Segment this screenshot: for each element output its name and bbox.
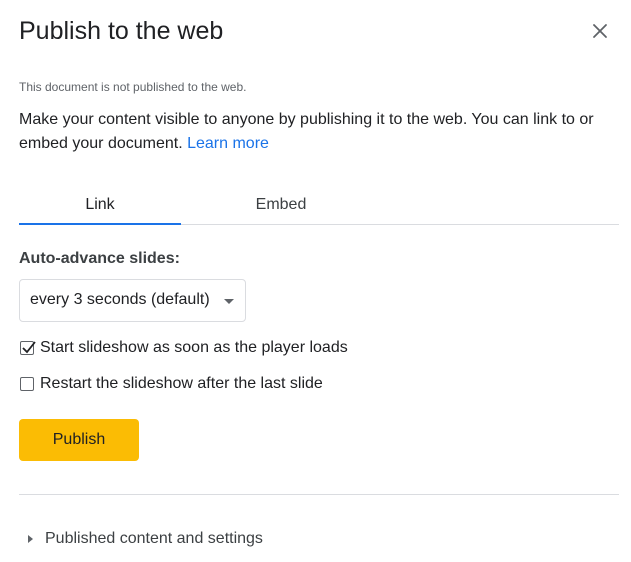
dialog-title: Publish to the web — [19, 17, 224, 45]
restart-slideshow-checkbox[interactable] — [20, 377, 34, 391]
publish-dialog: Publish to the web This document is not … — [0, 0, 631, 562]
tab-link[interactable]: Link — [19, 184, 181, 225]
publish-button[interactable]: Publish — [19, 419, 139, 461]
description-text: Make your content visible to anyone by p… — [19, 111, 594, 152]
close-icon — [593, 24, 607, 38]
auto-advance-value: every 3 seconds (default) — [30, 291, 210, 308]
learn-more-link[interactable]: Learn more — [187, 135, 269, 152]
published-content-expander[interactable]: Published content and settings — [19, 527, 319, 551]
start-slideshow-label: Start slideshow as soon as the player lo… — [40, 339, 348, 356]
dropdown-arrow-icon — [224, 299, 234, 304]
close-button[interactable] — [587, 18, 613, 44]
tab-embed[interactable]: Embed — [200, 184, 362, 224]
auto-advance-label: Auto-advance slides: — [19, 250, 180, 267]
start-slideshow-checkbox[interactable] — [20, 341, 36, 355]
checkmark-icon — [22, 341, 36, 354]
publish-description: Make your content visible to anyone by p… — [19, 108, 619, 156]
auto-advance-dropdown[interactable]: every 3 seconds (default) — [19, 279, 246, 322]
restart-slideshow-label: Restart the slideshow after the last sli… — [40, 375, 323, 392]
published-content-label: Published content and settings — [45, 530, 263, 547]
divider — [19, 494, 619, 495]
publish-tabs: Link Embed — [19, 184, 619, 225]
caret-right-icon — [28, 535, 33, 543]
publish-status-text: This document is not published to the we… — [19, 80, 247, 94]
